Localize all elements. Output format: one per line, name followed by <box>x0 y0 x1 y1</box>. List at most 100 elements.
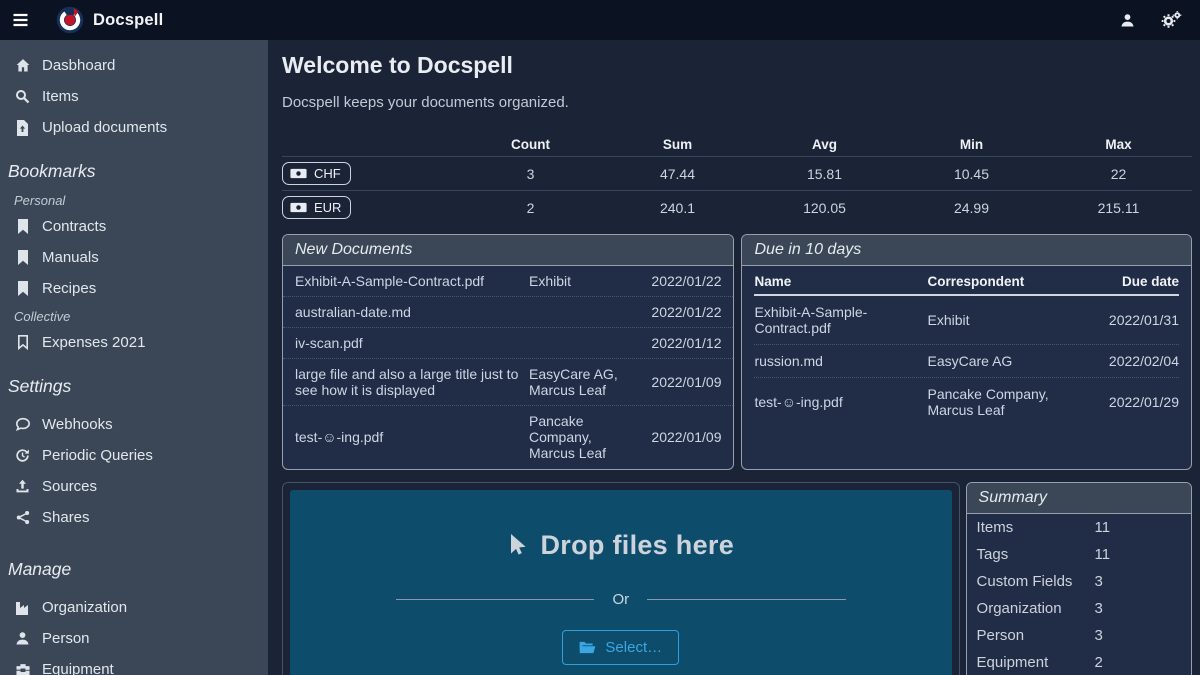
document-row[interactable]: test-☺-ing.pdf Pancake Company, Marcus L… <box>754 377 1179 426</box>
currency-badge: EUR <box>282 196 351 219</box>
topbar: Docspell <box>0 0 1200 40</box>
document-row[interactable]: Exhibit-A-Sample-Contract.pdf Exhibit 20… <box>754 296 1179 344</box>
sidebar-item-shares[interactable]: Shares <box>0 502 268 533</box>
summary-label: Tags <box>977 541 1095 568</box>
menu-icon[interactable] <box>0 0 40 40</box>
sidebar: Dasbhoard Items Upload documents Bookmar… <box>0 40 268 675</box>
sidebar-item-equipment[interactable]: Equipment <box>0 654 268 675</box>
stat-value: 15.81 <box>751 166 898 182</box>
document-name[interactable]: large file and also a large title just t… <box>295 366 521 398</box>
document-name[interactable]: russion.md <box>754 353 917 369</box>
history-icon <box>14 448 31 463</box>
stats-header-avg: Avg <box>751 137 898 152</box>
summary-label: Items <box>977 514 1095 541</box>
sidebar-subsection-personal: Personal <box>0 188 268 211</box>
sidebar-item-contracts[interactable]: Contracts <box>0 211 268 242</box>
stats-header-max: Max <box>1045 137 1192 152</box>
sidebar-item-person[interactable]: Person <box>0 623 268 654</box>
summary-value: 3 <box>1095 595 1181 622</box>
document-row[interactable]: australian-date.md 2022/01/22 <box>283 296 733 327</box>
file-drop-zone[interactable]: Drop files here Or Select… <box>290 490 952 675</box>
document-row[interactable]: large file and also a large title just t… <box>283 358 733 405</box>
document-row[interactable]: iv-scan.pdf 2022/01/12 <box>283 327 733 358</box>
stat-value: 3 <box>457 166 604 182</box>
document-name[interactable]: Exhibit-A-Sample-Contract.pdf <box>295 273 521 289</box>
stat-value: 2 <box>457 200 604 216</box>
sidebar-item-periodic-queries[interactable]: Periodic Queries <box>0 440 268 471</box>
sidebar-item-organization[interactable]: Organization <box>0 592 268 623</box>
currency-stats-table: Count Sum Avg Min Max CHF 3 47.44 15.81 … <box>282 133 1192 224</box>
sidebar-item-label: Items <box>42 88 79 105</box>
document-date: 2022/01/09 <box>629 374 721 390</box>
panel-title: Summary <box>967 483 1191 514</box>
sidebar-item-label: Expenses 2021 <box>42 334 145 351</box>
stat-value: 10.45 <box>898 166 1045 182</box>
document-due-date: 2022/01/29 <box>1084 394 1179 410</box>
document-row[interactable]: Exhibit-A-Sample-Contract.pdf Exhibit 20… <box>283 266 733 296</box>
person-icon <box>14 631 31 646</box>
stats-header-sum: Sum <box>604 137 751 152</box>
document-correspondent: Pancake Company, Marcus Leaf <box>529 413 621 461</box>
stats-header-count: Count <box>457 137 604 152</box>
docspell-logo-icon <box>56 6 84 34</box>
brand-name: Docspell <box>93 11 163 30</box>
sidebar-item-label: Webhooks <box>42 416 113 433</box>
document-name[interactable]: test-☺-ing.pdf <box>754 394 917 410</box>
sidebar-item-webhooks[interactable]: Webhooks <box>0 409 268 440</box>
sidebar-item-expenses-2021[interactable]: Expenses 2021 <box>0 327 268 358</box>
user-icon[interactable] <box>1112 5 1142 35</box>
money-bill-icon <box>290 168 307 179</box>
summary-label: Organization <box>977 595 1095 622</box>
sidebar-item-label: Dasbhoard <box>42 57 115 74</box>
brand[interactable]: Docspell <box>56 6 163 34</box>
sidebar-item-label: Organization <box>42 599 127 616</box>
stats-header-min: Min <box>898 137 1045 152</box>
due-panel: Due in 10 days Name Correspondent Due da… <box>741 234 1192 470</box>
sidebar-item-label: Sources <box>42 478 97 495</box>
sidebar-section-bookmarks: Bookmarks <box>0 155 268 188</box>
toolbox-icon <box>14 663 31 675</box>
bookmark-icon <box>14 250 31 265</box>
document-name[interactable]: australian-date.md <box>295 304 521 320</box>
mouse-pointer-icon <box>507 533 527 559</box>
sidebar-item-label: Periodic Queries <box>42 447 153 464</box>
bookmark-icon <box>14 281 31 296</box>
or-label: Or <box>612 591 629 608</box>
document-correspondent: EasyCare AG, Marcus Leaf <box>529 366 621 398</box>
sidebar-item-manuals[interactable]: Manuals <box>0 242 268 273</box>
document-correspondent: Pancake Company, Marcus Leaf <box>927 386 1074 418</box>
document-row[interactable]: russion.md EasyCare AG 2022/02/04 <box>754 344 1179 377</box>
summary-value: 2 <box>1095 649 1181 675</box>
panel-title: New Documents <box>283 235 733 266</box>
summary-label: Person <box>977 622 1095 649</box>
document-row[interactable]: test-☺-ing.pdf Pancake Company, Marcus L… <box>283 405 733 468</box>
folder-open-icon <box>579 641 596 654</box>
sidebar-item-upload-documents[interactable]: Upload documents <box>0 112 268 143</box>
document-correspondent: Exhibit <box>927 312 1074 328</box>
select-files-button[interactable]: Select… <box>562 630 679 665</box>
document-name[interactable]: test-☺-ing.pdf <box>295 429 521 445</box>
document-name[interactable]: Exhibit-A-Sample-Contract.pdf <box>754 304 917 336</box>
document-date: 2022/01/22 <box>629 273 721 289</box>
sidebar-item-sources[interactable]: Sources <box>0 471 268 502</box>
bookmark-icon <box>14 219 31 234</box>
search-icon <box>14 89 31 104</box>
summary-row: Items 11 <box>967 514 1191 541</box>
sidebar-item-label: Shares <box>42 509 90 526</box>
cogs-icon[interactable] <box>1156 5 1186 35</box>
summary-row: Equipment 2 <box>967 649 1191 675</box>
document-name[interactable]: iv-scan.pdf <box>295 335 521 351</box>
sidebar-item-dashboard[interactable]: Dasbhoard <box>0 50 268 81</box>
summary-row: Tags 11 <box>967 541 1191 568</box>
summary-value: 11 <box>1095 541 1181 568</box>
stats-row-chf: CHF 3 47.44 15.81 10.45 22 <box>282 156 1192 190</box>
sidebar-section-settings: Settings <box>0 370 268 403</box>
sidebar-item-recipes[interactable]: Recipes <box>0 273 268 304</box>
currency-badge: CHF <box>282 162 351 185</box>
summary-label: Custom Fields <box>977 568 1095 595</box>
upload-panel: Drop files here Or Select… <box>282 482 960 675</box>
industry-icon <box>14 601 31 615</box>
summary-value: 3 <box>1095 568 1181 595</box>
sidebar-item-items[interactable]: Items <box>0 81 268 112</box>
stat-value: 215.11 <box>1045 200 1192 216</box>
